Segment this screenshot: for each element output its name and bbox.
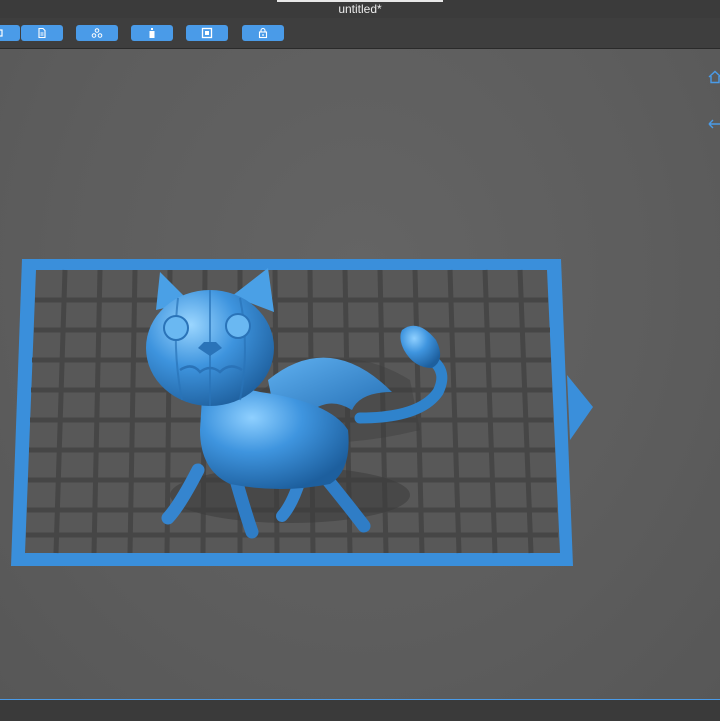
3d-viewport[interactable]	[0, 49, 720, 699]
home-view-icon[interactable]	[708, 70, 720, 84]
rotate-view-icon[interactable]	[708, 117, 720, 131]
plate-front-marker	[567, 375, 593, 440]
hollow-button[interactable]	[186, 25, 228, 41]
title-bar: untitled*	[0, 0, 720, 18]
lock-icon	[258, 27, 268, 39]
window-title: untitled*	[338, 2, 382, 16]
support-nodes-icon	[91, 28, 103, 38]
resin-button[interactable]	[131, 25, 173, 41]
hollow-square-icon	[201, 27, 213, 39]
model-eye-left	[163, 315, 189, 341]
toolbar	[0, 18, 720, 49]
model-eye-right	[225, 313, 251, 339]
document-icon	[38, 27, 46, 39]
support-button[interactable]	[76, 25, 118, 41]
lock-button[interactable]	[242, 25, 284, 41]
document-button[interactable]	[21, 25, 63, 41]
scene[interactable]	[0, 49, 720, 699]
toolbar-button-partial[interactable]	[0, 25, 20, 41]
status-bar	[0, 699, 720, 721]
bottle-icon	[149, 28, 155, 38]
unknown-icon	[0, 29, 3, 37]
